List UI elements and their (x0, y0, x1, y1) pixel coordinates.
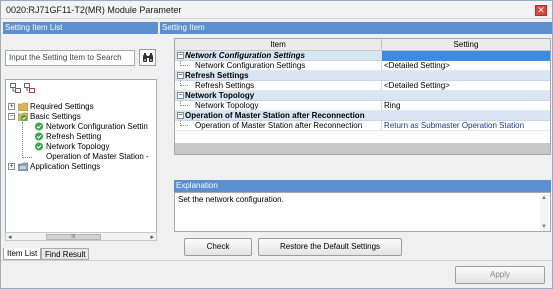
column-header-item: Item (175, 39, 382, 51)
explanation-scrollbar[interactable]: ▲ ▼ (540, 194, 549, 231)
tree-connector (22, 122, 23, 158)
category-row[interactable]: Operation of Master Station after Reconn… (175, 111, 550, 121)
grid-footer (175, 143, 550, 154)
search-button[interactable] (139, 49, 156, 66)
table-row[interactable]: Refresh Settings <Detailed Setting> (175, 81, 550, 91)
column-header-setting: Setting (453, 40, 479, 49)
setting-cell[interactable]: <Detailed Setting> (382, 61, 550, 71)
folder-icon (18, 102, 28, 111)
collapse-icon[interactable]: − (177, 112, 184, 119)
selected-setting-cell[interactable] (382, 51, 550, 61)
expand-all-icon[interactable] (10, 83, 21, 93)
item-cell: Network Topology (175, 101, 382, 111)
check-icon (35, 122, 43, 131)
collapse-icon[interactable]: − (177, 52, 184, 59)
restore-default-settings-button[interactable]: Restore the Default Settings (258, 238, 402, 256)
setting-grid: Item Setting Network Configuration Setti… (174, 38, 551, 155)
tree-horizontal-scrollbar[interactable]: ◂ III ▸ (5, 232, 157, 241)
setting-tree-panel: + Required Settings − Basic Settings Net… (5, 79, 157, 241)
folder-icon (18, 162, 28, 171)
item-cell: Refresh Settings (175, 81, 382, 91)
binoculars-icon (143, 53, 153, 62)
category-label: Refresh Settings (175, 71, 550, 81)
setting-cell[interactable]: <Detailed Setting> (382, 81, 550, 91)
expand-icon[interactable]: + (8, 163, 15, 170)
tree-connector (180, 81, 188, 86)
grid-side-strip (160, 38, 173, 178)
collapse-icon[interactable]: − (8, 113, 15, 120)
folder-check-icon (18, 112, 28, 121)
table-row[interactable]: Network Configuration Settings <Detailed… (175, 61, 550, 71)
tree-connector (180, 121, 188, 126)
close-button[interactable]: ✕ (535, 5, 547, 16)
category-row[interactable]: Refresh Settings − (175, 71, 550, 81)
category-row[interactable]: Network Configuration Settings − (175, 51, 550, 61)
setting-cell[interactable]: Return as Submaster Operation Station (382, 121, 550, 131)
check-button[interactable]: Check (184, 238, 252, 256)
collapse-icon[interactable]: − (177, 72, 184, 79)
footer-divider (1, 260, 552, 261)
collapse-icon[interactable]: − (177, 92, 184, 99)
window-title: 0020:RJ71GF11-T2(MR) Module Parameter (6, 5, 182, 15)
explanation-text: Set the network configuration. (178, 195, 284, 204)
scroll-down-icon[interactable]: ▼ (541, 224, 547, 230)
scroll-thumb[interactable]: III (46, 234, 101, 240)
item-cell: Operation of Master Station after Reconn… (175, 121, 382, 131)
tree-connector (23, 157, 32, 158)
tab-item-list[interactable]: Item List (3, 248, 42, 260)
search-input[interactable]: Input the Setting Item to Search (5, 50, 135, 66)
setting-item-header: Setting Item (160, 22, 552, 34)
table-row[interactable]: Network Topology Ring (175, 101, 550, 111)
check-icon (35, 142, 43, 151)
title-bar: 0020:RJ71GF11-T2(MR) Module Parameter ✕ (1, 1, 552, 19)
check-icon (35, 132, 43, 141)
scroll-left-icon[interactable]: ◂ (8, 233, 12, 241)
category-label: Network Topology (175, 91, 550, 101)
tree-connector (180, 61, 188, 66)
grid-header: Item Setting (175, 39, 550, 51)
module-parameter-window: 0020:RJ71GF11-T2(MR) Module Parameter ✕ … (0, 0, 553, 289)
collapse-all-icon[interactable] (24, 83, 35, 93)
tree-connector (180, 101, 188, 106)
explanation-header: Explanation (174, 180, 551, 192)
item-cell: Network Configuration Settings (175, 61, 382, 71)
tab-find-result[interactable]: Find Result (41, 248, 90, 260)
setting-cell[interactable]: Ring (382, 101, 550, 111)
setting-item-list-header: Setting Item List (3, 22, 158, 34)
explanation-panel: Set the network configuration. ▲ ▼ (174, 192, 551, 232)
apply-button[interactable]: Apply (455, 266, 545, 284)
table-row[interactable]: Operation of Master Station after Reconn… (175, 121, 550, 131)
category-label: Operation of Master Station after Reconn… (175, 111, 550, 121)
category-row[interactable]: Network Topology − (175, 91, 550, 101)
expand-icon[interactable]: + (8, 103, 15, 110)
scroll-right-icon[interactable]: ▸ (150, 233, 154, 241)
scroll-up-icon[interactable]: ▲ (541, 195, 547, 201)
